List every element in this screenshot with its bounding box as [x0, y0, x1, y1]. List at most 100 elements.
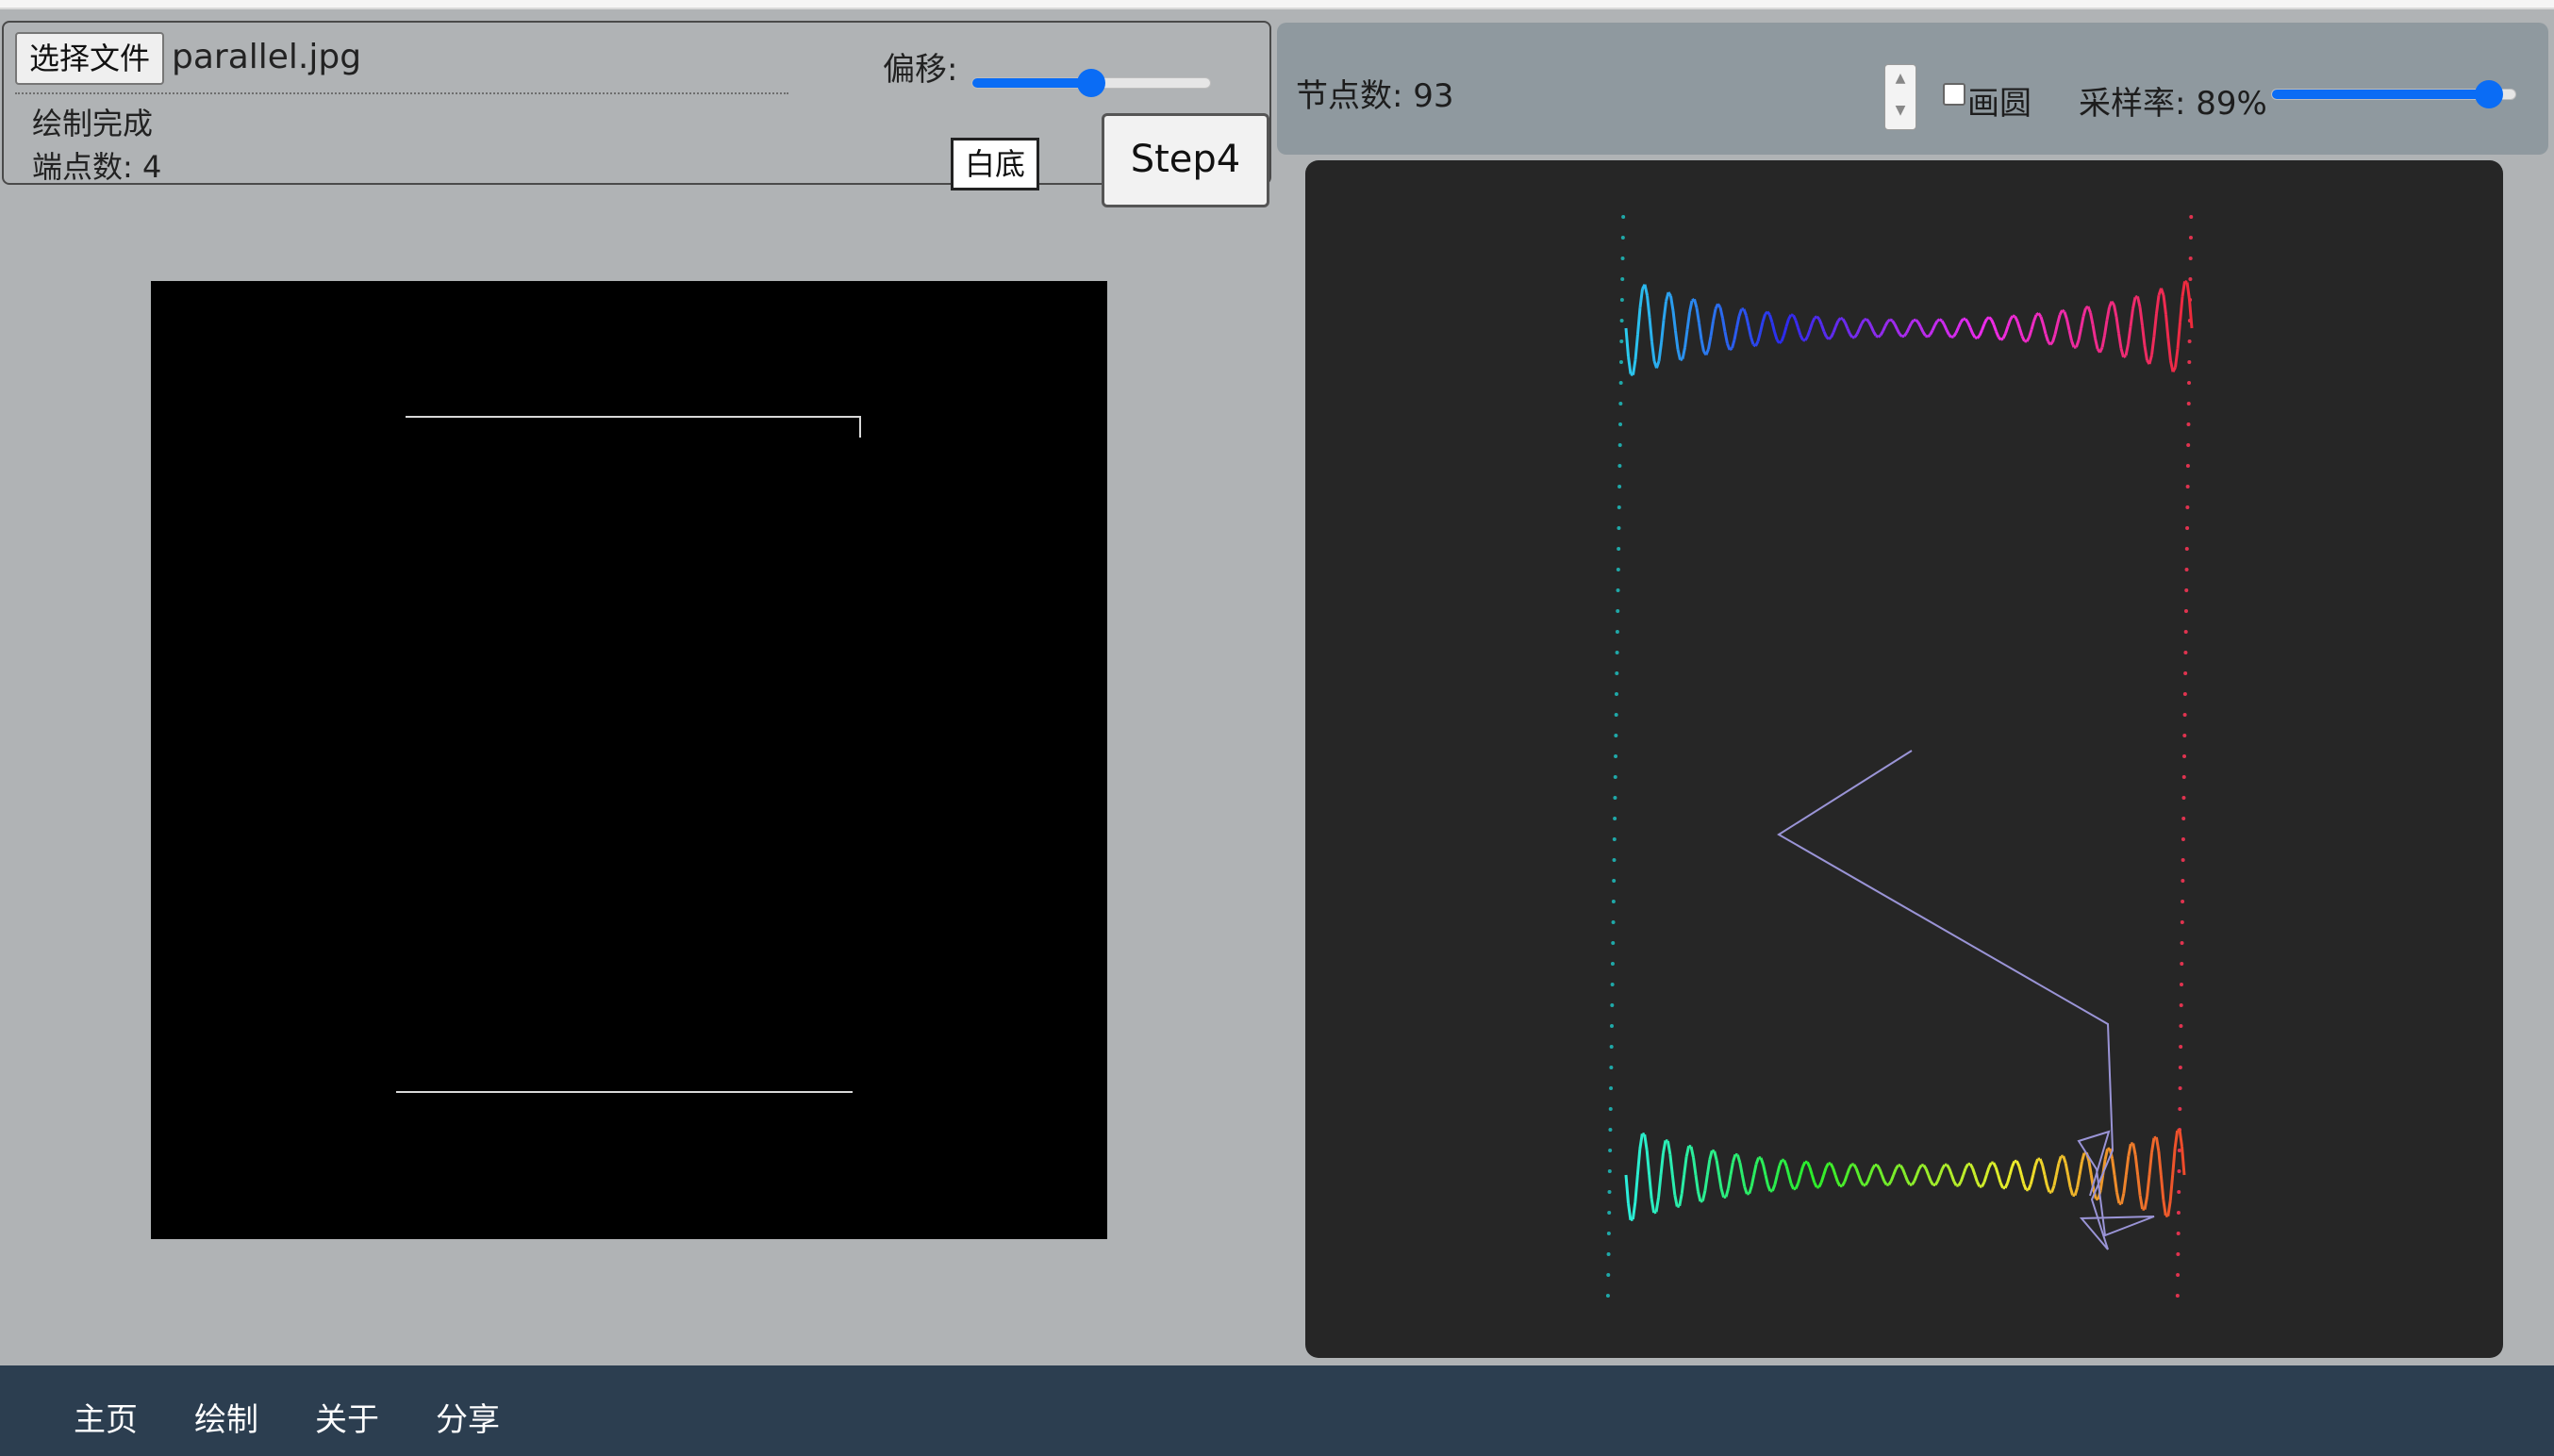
left-dot: [1613, 796, 1617, 800]
right-dot: [2183, 630, 2188, 634]
top-wave-segment: [2039, 316, 2045, 325]
top-wave-segment: [1938, 318, 1943, 323]
right-dot: [2184, 588, 2189, 592]
top-wave-segment: [2103, 320, 2109, 336]
spinner-down-icon[interactable]: ▼: [1885, 103, 1916, 118]
top-wave-segment: [1978, 329, 1983, 337]
right-dot: [2176, 1273, 2181, 1277]
top-wave-segment: [1669, 295, 1675, 311]
top-wave-segment: [1933, 320, 1939, 326]
bottom-wave-segment: [1894, 1164, 1899, 1170]
bottom-wave-segment: [2066, 1174, 2072, 1188]
top-wave-segment: [2166, 339, 2172, 361]
bottom-wave-segment: [2076, 1174, 2081, 1188]
top-wave-segment: [1987, 316, 1993, 321]
bottom-wave-segment: [1922, 1164, 1928, 1170]
right-dot: [2182, 713, 2187, 717]
top-wave-segment: [2081, 307, 2087, 318]
left-dot: [1609, 1024, 1614, 1028]
top-wave-segment: [1733, 327, 1738, 340]
top-wave-segment: [2181, 281, 2186, 297]
bottom-wave-segment: [1810, 1174, 1816, 1183]
draw-circle-checkbox[interactable]: [1943, 83, 1965, 106]
bottom-wave-segment: [1703, 1174, 1709, 1191]
right-dot: [2176, 1211, 2181, 1215]
bottom-wave-segment: [2027, 1183, 2032, 1191]
bottom-wave-segment: [2166, 1200, 2172, 1216]
bottom-wave-segment: [1643, 1133, 1649, 1151]
right-dot: [2187, 339, 2192, 343]
offset-slider[interactable]: [971, 69, 1211, 97]
top-wave-segment: [1943, 323, 1949, 331]
top-wave-segment: [1940, 320, 1946, 326]
right-dot: [2181, 900, 2185, 903]
bottom-wave-segment: [1724, 1187, 1730, 1198]
sample-rate-slider[interactable]: [2271, 80, 2516, 108]
bottom-wave-segment: [2015, 1160, 2021, 1167]
top-wave-segment: [2131, 297, 2137, 309]
top-wave-segment: [1679, 357, 1683, 361]
nav-about[interactable]: 关于: [315, 1394, 379, 1440]
sample-rate-slider-fill: [2272, 90, 2489, 99]
bottom-wave-segment: [1766, 1184, 1772, 1192]
top-wave-segment: [1915, 319, 1920, 323]
sample-rate-slider-thumb[interactable]: [2474, 80, 2503, 108]
offset-slider-thumb[interactable]: [1077, 69, 1105, 97]
left-dot: [1612, 837, 1617, 841]
nav-draw[interactable]: 绘制: [194, 1394, 258, 1440]
bottom-wave-segment: [2159, 1174, 2165, 1200]
bottom-wave-segment: [1740, 1174, 1747, 1187]
bottom-wave-segment: [1915, 1168, 1921, 1176]
white-background-button[interactable]: 白底: [951, 138, 1039, 190]
fourier-drawing: [1605, 215, 2194, 1298]
right-dot: [2180, 920, 2184, 924]
nav-home[interactable]: 主页: [74, 1394, 138, 1440]
top-wave-segment: [2004, 325, 2010, 334]
top-wave-segment: [1907, 323, 1913, 329]
left-dot: [1610, 1003, 1615, 1007]
bottom-wave-segment: [1665, 1138, 1668, 1143]
step4-button[interactable]: Step4: [1102, 113, 1269, 207]
bottom-wave-segment: [1952, 1181, 1958, 1186]
bottom-wave-segment: [1968, 1163, 1974, 1169]
top-wave-segment: [1891, 320, 1897, 325]
top-wave-segment: [2070, 339, 2076, 348]
top-wave-segment: [2136, 296, 2142, 307]
top-wave-segment: [1627, 356, 1633, 374]
bottom-wave-segment: [1899, 1164, 1904, 1170]
bottom-wave-segment: [1692, 1157, 1698, 1176]
spinner-up-icon[interactable]: ▲: [1885, 71, 1916, 86]
right-dot: [2186, 402, 2191, 405]
bottom-wave-segment: [1806, 1161, 1812, 1168]
bottom-wave-segment: [1982, 1174, 1988, 1183]
top-wave-segment: [1787, 314, 1793, 321]
left-dot: [1619, 298, 1624, 302]
choose-file-button[interactable]: 选择文件: [15, 32, 164, 85]
bottom-wave-segment: [1748, 1185, 1753, 1195]
number-spinner[interactable]: ▲ ▼: [1884, 64, 1916, 130]
bottom-wave-segment: [2178, 1130, 2184, 1148]
left-dot: [1614, 692, 1618, 696]
top-wave-segment: [1981, 323, 1986, 331]
bottom-wave-segment: [2111, 1158, 2116, 1176]
right-dot: [2185, 464, 2190, 468]
bottom-wave-segment: [1843, 1174, 1849, 1183]
top-wave-segment: [1716, 303, 1722, 308]
right-dot: [2185, 526, 2190, 530]
top-wave-segment: [1966, 322, 1972, 329]
bottom-wave-segment: [2138, 1195, 2145, 1210]
top-wave-segment: [2006, 319, 2012, 327]
nav-share[interactable]: 分享: [436, 1394, 500, 1440]
bottom-wave-segment: [1666, 1140, 1672, 1155]
top-wave-segment: [1683, 329, 1689, 348]
bottom-wave-segment: [2052, 1174, 2058, 1186]
draw-status: 绘制完成: [32, 106, 154, 141]
bottom-wave-segment: [1808, 1166, 1814, 1176]
right-dot: [2182, 734, 2187, 737]
top-wave-segment: [2086, 306, 2092, 314]
bottom-wave-segment: [2003, 1182, 2009, 1189]
top-wave-segment: [1867, 321, 1873, 327]
top-wave-segment: [2061, 308, 2065, 313]
top-wave-segment: [1858, 323, 1864, 330]
top-wave-segment: [1957, 322, 1963, 328]
